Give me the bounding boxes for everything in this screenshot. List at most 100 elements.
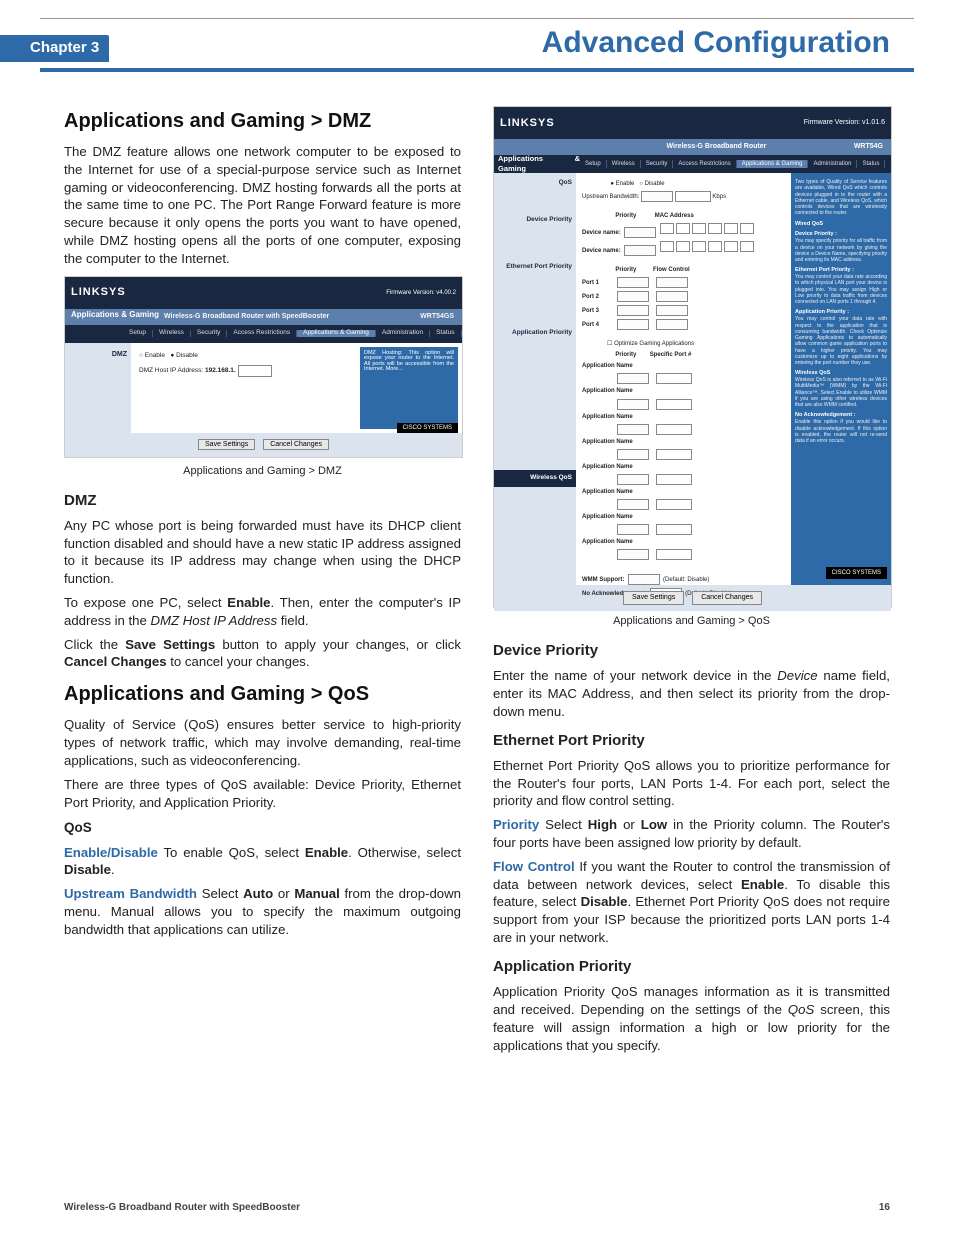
tab-wireless[interactable]: Wireless — [153, 330, 191, 337]
tab-setup[interactable]: Setup — [123, 330, 153, 337]
priority-select[interactable] — [617, 305, 649, 316]
wmm-select[interactable] — [628, 574, 660, 585]
eth-flow-para: Flow Control If you want the Router to c… — [493, 858, 890, 947]
optimize-checkbox[interactable]: Optimize Gaming Applications — [614, 341, 694, 347]
app-pri-select[interactable] — [617, 449, 649, 460]
upstream-label: Upstream Bandwidth: — [582, 194, 639, 200]
mac-input[interactable] — [692, 223, 706, 234]
tab-security[interactable]: Security — [641, 160, 674, 168]
port-input[interactable] — [656, 474, 692, 485]
priority-select[interactable] — [617, 319, 649, 330]
t: Save Settings — [125, 637, 215, 652]
port-input[interactable] — [656, 399, 692, 410]
upstream-select[interactable] — [641, 191, 673, 202]
port-input[interactable] — [656, 449, 692, 460]
tab-wireless[interactable]: Wireless — [607, 160, 641, 168]
screenshot-dmz: LINKSYS Firmware Version: v4.00.2 Applic… — [64, 276, 463, 458]
flow-select[interactable] — [656, 319, 688, 330]
save-button[interactable]: Save Settings — [198, 439, 255, 450]
mac-input[interactable] — [724, 241, 738, 252]
port-input[interactable] — [656, 549, 692, 560]
mac-input[interactable] — [676, 223, 690, 234]
radio-enable[interactable]: Enable — [145, 352, 165, 359]
help-noack: Enable this option if you would like to … — [795, 419, 887, 444]
default-text: (Default: Disable) — [663, 577, 709, 583]
flow-select[interactable] — [656, 305, 688, 316]
app-pri-select[interactable] — [617, 399, 649, 410]
app-pri-select[interactable] — [617, 373, 649, 384]
priority-select[interactable] — [617, 291, 649, 302]
port-input[interactable] — [656, 499, 692, 510]
t: . Otherwise, select — [348, 845, 461, 860]
t: or — [273, 886, 294, 901]
mac-input[interactable] — [740, 241, 754, 252]
device-name-label: Device name: — [582, 230, 621, 236]
mac-input[interactable] — [708, 241, 722, 252]
app-pri-select[interactable] — [617, 499, 649, 510]
tab-apps-gaming[interactable]: Applications & Gaming — [297, 330, 376, 337]
linksys-logo: LINKSYS — [500, 116, 555, 131]
t: DMZ Host IP Address — [151, 613, 278, 628]
tab-status[interactable]: Status — [430, 330, 461, 337]
col-flow: Flow Control — [653, 267, 690, 273]
cisco-logo: CISCO SYSTEMS — [397, 423, 458, 433]
mac-input[interactable] — [724, 223, 738, 234]
t: button to apply your changes, or click — [215, 637, 461, 652]
port-3: Port 3 — [582, 308, 599, 314]
model-label: WRT54G — [854, 142, 883, 151]
t: Enable — [227, 595, 270, 610]
help-app-h: Application Priority : — [795, 309, 887, 316]
help-devpri: You may specify priority for all traffic… — [795, 238, 887, 263]
tab-access[interactable]: Access Restrictions — [673, 160, 736, 168]
device-priority-para: Enter the name of your network device in… — [493, 667, 890, 720]
app-name: Application Name — [582, 514, 633, 520]
tab-access[interactable]: Access Restrictions — [227, 330, 297, 337]
cancel-button[interactable]: Cancel Changes — [692, 591, 762, 604]
save-button[interactable]: Save Settings — [623, 591, 684, 604]
priority-select[interactable] — [617, 277, 649, 288]
section-tab-label: Applications & Gaming — [71, 311, 159, 319]
tab-admin[interactable]: Administration — [808, 160, 857, 168]
t: To enable QoS, select — [158, 845, 305, 860]
app-pri-select[interactable] — [617, 524, 649, 535]
tab-security[interactable]: Security — [191, 330, 227, 337]
upstream-input[interactable] — [675, 191, 711, 202]
app-pri-select[interactable] — [617, 474, 649, 485]
flow-select[interactable] — [656, 277, 688, 288]
dmz-subheading: DMZ — [64, 491, 461, 511]
help-app: You may control your data rate with resp… — [795, 316, 887, 366]
mac-input[interactable] — [692, 241, 706, 252]
tab-apps-gaming[interactable]: Applications & Gaming — [737, 160, 809, 168]
mac-input[interactable] — [676, 241, 690, 252]
t: Disable — [581, 894, 628, 909]
help-box: DMZ Hosting: This option will expose you… — [360, 347, 458, 429]
lbl-wireless-qos: Wireless QoS — [494, 470, 576, 487]
flow-select[interactable] — [656, 291, 688, 302]
mac-input[interactable] — [708, 223, 722, 234]
radio-disable[interactable]: Disable — [176, 352, 198, 359]
body-columns: Applications and Gaming > DMZ The DMZ fe… — [64, 98, 890, 1060]
cancel-button[interactable]: Cancel Changes — [263, 439, 329, 450]
t: Device — [777, 668, 817, 683]
app-pri-select[interactable] — [617, 549, 649, 560]
mac-input[interactable] — [660, 223, 674, 234]
tab-setup[interactable]: Setup — [580, 160, 607, 168]
mac-input[interactable] — [740, 223, 754, 234]
t: Select — [197, 886, 243, 901]
radio-enable[interactable]: Enable — [616, 181, 635, 187]
tab-status[interactable]: Status — [857, 160, 885, 168]
app-pri-select[interactable] — [617, 424, 649, 435]
t: Click the — [64, 637, 125, 652]
kbps-label: Kbps — [712, 194, 726, 200]
port-input[interactable] — [656, 424, 692, 435]
t: Enable — [741, 877, 784, 892]
dmz-host-input[interactable] — [238, 365, 272, 377]
mac-input[interactable] — [660, 241, 674, 252]
priority-select[interactable] — [624, 227, 656, 238]
priority-select[interactable] — [624, 245, 656, 256]
tab-admin[interactable]: Administration — [376, 330, 430, 337]
label-upstream: Upstream Bandwidth — [64, 886, 197, 901]
port-input[interactable] — [656, 373, 692, 384]
radio-disable[interactable]: Disable — [645, 181, 665, 187]
port-input[interactable] — [656, 524, 692, 535]
